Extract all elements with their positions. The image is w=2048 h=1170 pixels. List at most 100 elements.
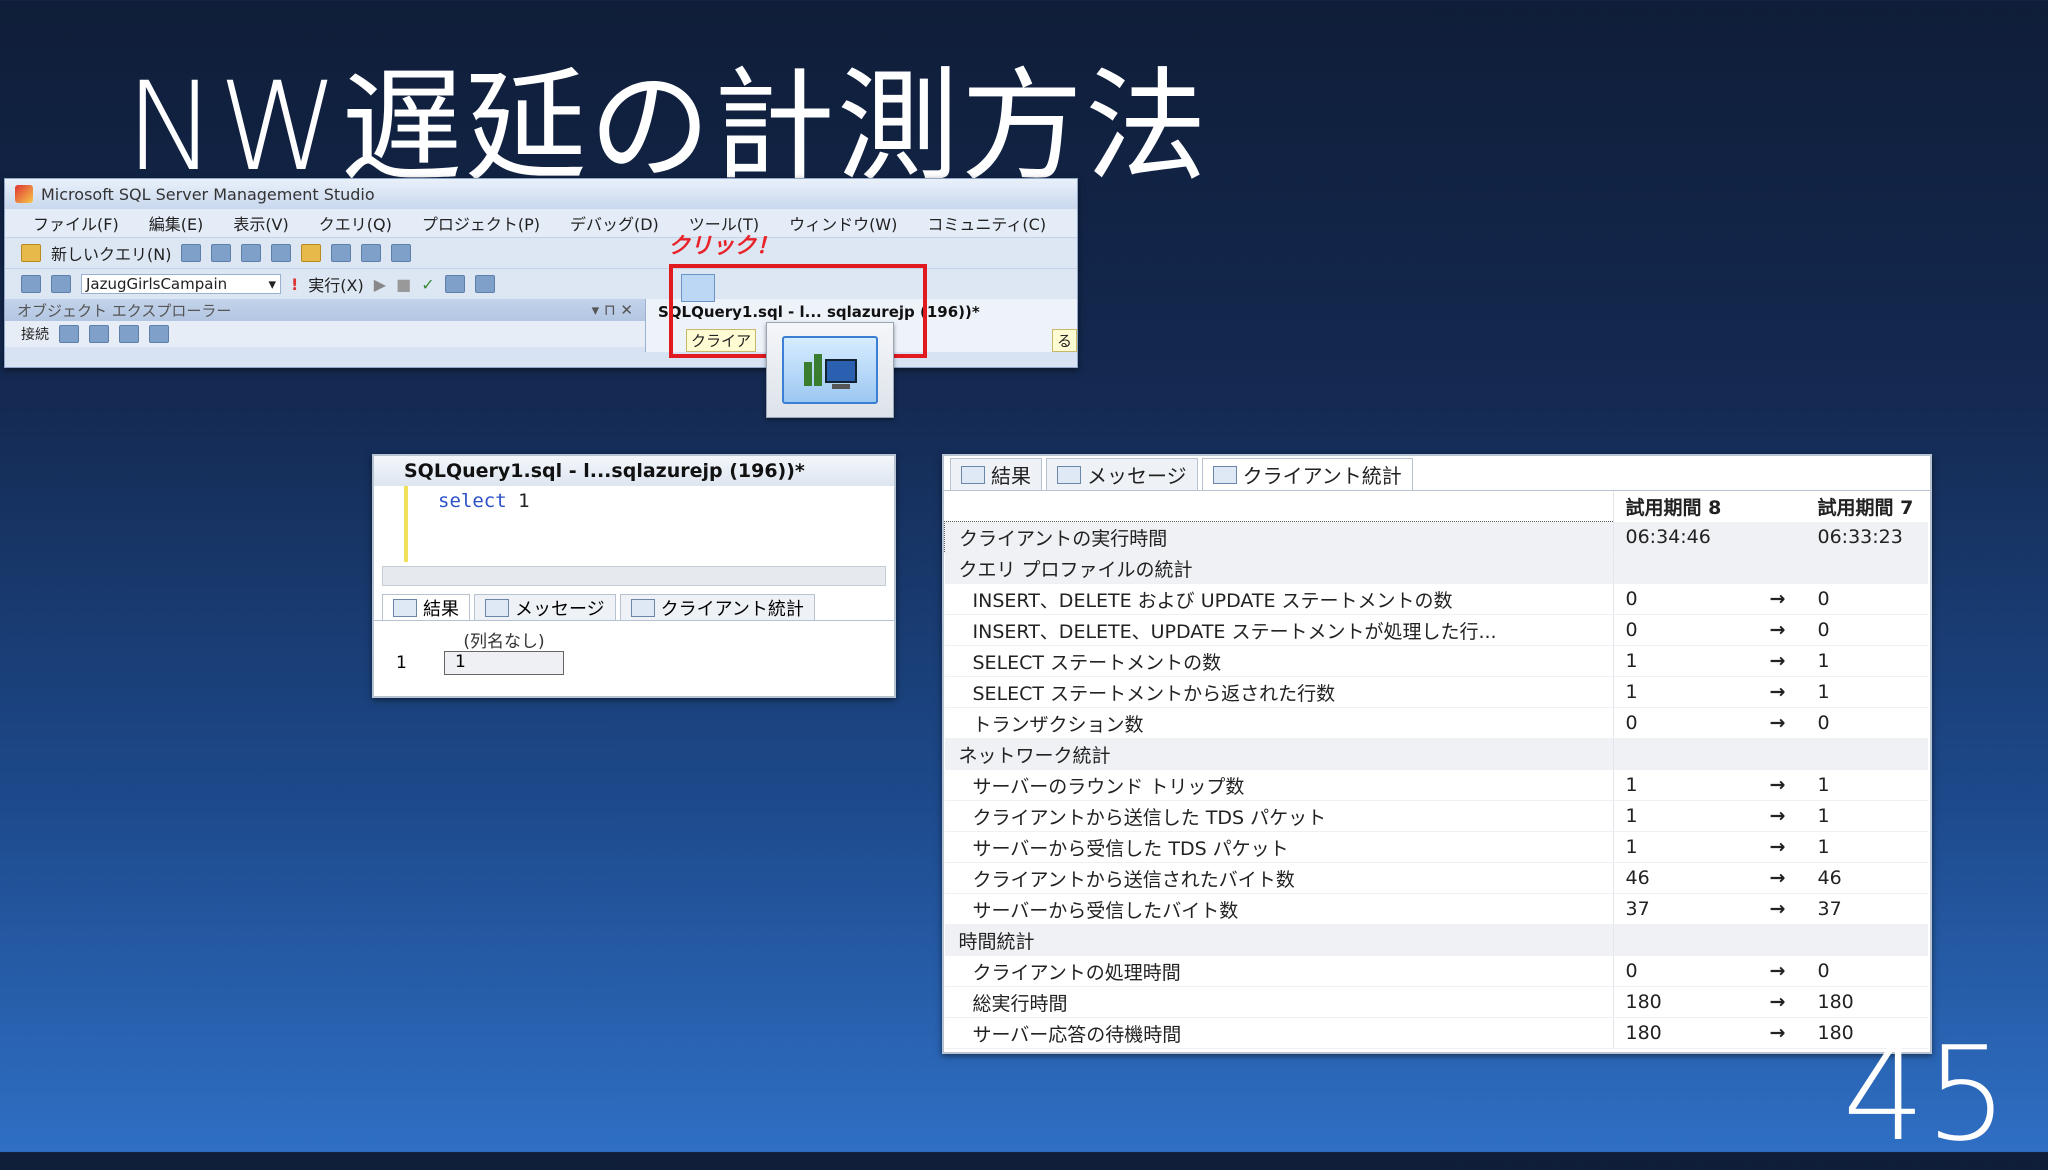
trial-7-value: 46 — [1803, 862, 1928, 894]
chevron-down-icon: ▾ — [268, 275, 276, 293]
row-label: SELECT ステートメントの数 — [944, 645, 1613, 677]
menu-bar: ファイル(F) 編集(E) 表示(V) クエリ(Q) プロジェクト(P) デバッ… — [5, 209, 1077, 237]
arrow-icon: → — [1751, 676, 1804, 708]
trial-7-value: 1 — [1803, 831, 1928, 863]
ssms-app-icon — [15, 185, 33, 203]
trial-8-value: 0 — [1612, 707, 1752, 739]
tab-messages[interactable]: メッセージ — [474, 594, 616, 620]
object-explorer-toolbar: 接続 — [5, 321, 645, 347]
parse-icon[interactable]: ✓ — [421, 275, 434, 294]
new-query-button[interactable]: 新しいクエリ(N) — [51, 241, 171, 265]
message-icon — [485, 598, 509, 617]
trial-8-value: 1 — [1612, 800, 1752, 832]
result-cell[interactable]: 1 — [444, 651, 564, 675]
group-header-row[interactable]: ネットワーク統計 — [944, 738, 1928, 770]
tab-messages[interactable]: メッセージ — [1046, 458, 1198, 490]
column-header-row: 試用期間 8 試用期間 7 — [945, 491, 1929, 522]
menu-file[interactable]: ファイル(F) — [33, 211, 119, 235]
code-line: select 1 — [438, 490, 530, 512]
menu-query[interactable]: クエリ(Q) — [319, 211, 392, 235]
table-row[interactable]: サーバーから受信したバイト数 37 → 37 — [944, 893, 1928, 925]
table-row[interactable]: サーバーから受信した TDS パケット 1 → 1 — [944, 831, 1928, 863]
row-label: サーバーから受信した TDS パケット — [944, 831, 1613, 863]
row-label: クライアントから送信されたバイト数 — [944, 862, 1613, 894]
group-header-row[interactable]: クエリ プロファイルの統計 — [944, 552, 1928, 584]
toolbar-icon[interactable] — [474, 275, 495, 293]
include-client-statistics-button[interactable] — [681, 274, 715, 302]
open-file-icon[interactable] — [301, 244, 322, 262]
label-column-header — [945, 491, 1614, 522]
arrow-icon: → — [1751, 614, 1804, 646]
new-query-icon[interactable] — [21, 244, 41, 262]
refresh-icon[interactable] — [119, 325, 139, 343]
tab-results[interactable]: 結果 — [382, 594, 470, 620]
arrow-icon: → — [1751, 800, 1804, 832]
trial-8-value: 1 — [1612, 769, 1752, 801]
query-window: SQLQuery1.sql - l...sqlazurejp (196))* s… — [372, 454, 896, 698]
arrow-icon: → — [1751, 769, 1804, 801]
toolbar-icon[interactable] — [21, 275, 41, 293]
table-row[interactable]: サーバーのラウンド トリップ数 1 → 1 — [944, 769, 1928, 801]
connect-icon[interactable] — [59, 325, 79, 343]
execute-button[interactable]: 実行(X) — [308, 272, 363, 296]
row-label: トランザクション数 — [944, 707, 1613, 739]
menu-view[interactable]: 表示(V) — [233, 211, 288, 235]
menu-debug[interactable]: デバッグ(D) — [570, 211, 659, 235]
table-row[interactable]: SELECT ステートメントから返された行数 1 → 1 — [944, 676, 1928, 708]
table-row[interactable]: クライアントから送信した TDS パケット 1 → 1 — [944, 800, 1928, 832]
query-window-title: SQLQuery1.sql - l...sqlazurejp (196))* — [374, 456, 894, 486]
group-header-row[interactable]: 時間統計 — [944, 924, 1928, 956]
database-select[interactable]: JazugGirlsCampain ▾ — [81, 274, 281, 294]
trial-7-header[interactable]: 試用期間 7 — [1804, 491, 1929, 522]
tab-messages-label: メッセージ — [515, 598, 605, 620]
tab-results[interactable]: 結果 — [950, 458, 1042, 490]
table-row[interactable]: トランザクション数 0 → 0 — [944, 707, 1928, 739]
table-row[interactable]: INSERT、DELETE、UPDATE ステートメントが処理した行... 0 → 0 — [944, 614, 1928, 646]
toolbar-icon[interactable] — [181, 244, 202, 262]
table-row[interactable]: 総実行時間 180 → 180 — [944, 986, 1928, 1018]
menu-project[interactable]: プロジェクト(P) — [422, 211, 540, 235]
toolbar-icon[interactable] — [241, 244, 262, 262]
column-header[interactable]: (列名なし) — [444, 627, 564, 652]
save-icon[interactable] — [331, 244, 352, 262]
save-all-icon[interactable] — [361, 244, 382, 262]
toolbar-icon[interactable] — [211, 244, 232, 262]
horizontal-scrollbar[interactable] — [382, 566, 886, 586]
table-row[interactable]: クライアントの実行時間 06:34:46 06:33:23 — [944, 521, 1928, 553]
sql-literal: 1 — [518, 490, 530, 512]
object-explorer-title: オブジェクト エクスプローラー — [17, 301, 232, 320]
activity-monitor-icon[interactable] — [391, 244, 412, 262]
cancel-query-icon[interactable]: ■ — [396, 275, 411, 294]
menu-window[interactable]: ウィンドウ(W) — [789, 211, 897, 235]
toolbar-icon[interactable] — [51, 275, 71, 293]
table-row[interactable]: クライアントの処理時間 0 → 0 — [944, 955, 1928, 987]
toolbar-icon[interactable] — [271, 244, 292, 262]
connect-button[interactable]: 接続 — [21, 324, 49, 344]
table-row[interactable]: サーバー応答の待機時間 180 → 180 — [944, 1017, 1928, 1049]
execute-icon[interactable]: ! — [291, 275, 298, 294]
arrow-icon — [1751, 521, 1804, 553]
close-icon[interactable]: ▾ ⊓ ✕ — [592, 301, 633, 319]
debug-icon[interactable]: ▶ — [374, 275, 386, 294]
menu-edit[interactable]: 編集(E) — [149, 211, 204, 235]
query-editor[interactable]: select 1 — [404, 486, 894, 562]
trial-8-header[interactable]: 試用期間 8 — [1612, 491, 1752, 522]
table-row[interactable]: INSERT、DELETE および UPDATE ステートメントの数 0 → 0 — [944, 583, 1928, 615]
filter-icon[interactable] — [149, 325, 169, 343]
disconnect-icon[interactable] — [89, 325, 109, 343]
table-row[interactable]: SELECT ステートメントの数 1 → 1 — [944, 645, 1928, 677]
arrow-icon: → — [1751, 1017, 1804, 1049]
tab-client-statistics[interactable]: クライアント統計 — [619, 594, 815, 620]
row-label: クライアントから送信した TDS パケット — [944, 800, 1613, 832]
slide-number: 45 — [1842, 1018, 2008, 1170]
table-row[interactable]: クライアントから送信されたバイト数 46 → 46 — [944, 862, 1928, 894]
arrow-icon: → — [1751, 955, 1804, 987]
trial-8-value: 180 — [1612, 986, 1752, 1018]
tab-client-statistics[interactable]: クライアント統計 — [1201, 458, 1413, 490]
window-titlebar: Microsoft SQL Server Management Studio — [5, 179, 1077, 209]
toolbar-icon[interactable] — [444, 275, 465, 293]
trial-7-value: 06:33:23 — [1803, 521, 1928, 553]
row-label: サーバーから受信したバイト数 — [944, 893, 1613, 925]
sql-keyword: select — [438, 490, 507, 512]
menu-community[interactable]: コミュニティ(C) — [927, 211, 1046, 235]
